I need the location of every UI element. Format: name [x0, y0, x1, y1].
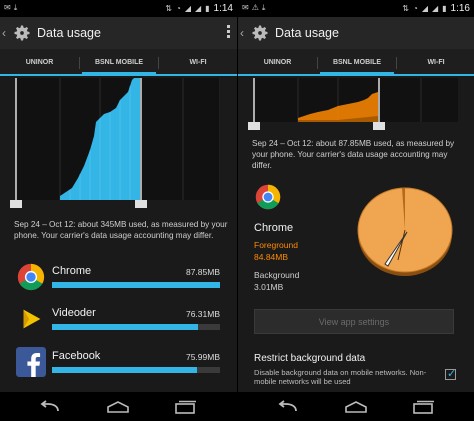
nav-recents-button[interactable]	[166, 392, 206, 421]
nav-back-button[interactable]	[268, 392, 308, 421]
back-caret-icon[interactable]: ‹	[2, 26, 10, 40]
back-icon	[40, 399, 59, 411]
tab-bsnl-mobile[interactable]: BSNL MOBILE	[318, 49, 396, 76]
tab-uninor[interactable]: UNINOR	[0, 49, 79, 76]
nav-home-button[interactable]	[98, 392, 138, 421]
chrome-icon	[255, 184, 281, 210]
warning-icon: ⚠	[251, 3, 259, 12]
app-size: 87.85MB	[185, 267, 220, 277]
app-usage-bar	[52, 367, 197, 373]
app-row-videoder[interactable]: Videoder 76.31MB	[14, 304, 224, 340]
status-bar: ✉ ⤓ ⇅ ◔ ◢ ◢ ▮ 1:14	[0, 0, 237, 17]
signal-2-icon: ◢	[194, 3, 202, 13]
app-name: Facebook	[52, 350, 101, 362]
wifi-icon: ◔	[175, 3, 181, 13]
app-usage-bar-track	[52, 367, 220, 373]
left-screen: ✉ ⤓ ⇅ ◔ ◢ ◢ ▮ 1:14 ‹ Data usage UNINOR B…	[0, 0, 237, 421]
restrict-background-checkbox[interactable]	[445, 367, 456, 380]
app-name: Chrome	[254, 222, 294, 234]
nav-recents-button[interactable]	[404, 392, 444, 421]
background-label: Background	[254, 270, 300, 280]
recents-icon	[175, 400, 196, 414]
view-app-settings-button[interactable]: View app settings	[254, 309, 454, 334]
usage-summary: Sep 24 – Oct 12: about 87.85MB used, as …	[252, 139, 455, 170]
notification-icon: ✉	[4, 3, 11, 12]
notification-icon: ✉	[242, 3, 249, 12]
tab-wifi[interactable]: WI-FI	[159, 49, 237, 76]
gear-icon[interactable]	[250, 23, 270, 43]
foreground-label: Foreground	[254, 240, 298, 250]
recents-icon	[413, 400, 434, 414]
page-title: Data usage	[275, 26, 339, 40]
app-name: Chrome	[52, 265, 92, 277]
nav-home-button[interactable]	[336, 392, 376, 421]
signal-2-icon: ◢	[431, 3, 439, 13]
usage-summary: Sep 24 – Oct 12: about 345MB used, as me…	[14, 220, 228, 240]
app-name: Videoder	[52, 307, 96, 319]
download-icon: ⤓	[13, 3, 18, 12]
app-size: 76.31MB	[185, 309, 220, 319]
back-caret-icon[interactable]: ‹	[240, 26, 248, 40]
home-icon	[345, 400, 367, 413]
facebook-icon	[16, 347, 46, 377]
home-icon	[107, 400, 129, 413]
restrict-background-title: Restrict background data	[254, 353, 366, 364]
app-usage-bar	[52, 324, 198, 330]
right-screen: ✉ ⚠ ⤓ ⇅ ◔ ◢ ◢ ▮ 1:16 ‹ Data usage UNINOR…	[237, 0, 474, 421]
overflow-menu-icon[interactable]	[227, 25, 231, 38]
range-end-handle[interactable]	[373, 122, 385, 130]
download-icon: ⤓	[261, 3, 266, 12]
range-end-handle[interactable]	[135, 200, 147, 208]
usage-chart[interactable]	[0, 78, 237, 208]
chrome-icon	[17, 263, 45, 291]
app-row-facebook[interactable]: Facebook 75.99MB	[14, 347, 224, 383]
status-time: 1:16	[450, 3, 470, 14]
data-arrows-icon: ⇅	[165, 3, 172, 13]
foreground-value: 84.84MB	[254, 252, 289, 262]
battery-icon: ▮	[205, 3, 210, 13]
navigation-bar	[238, 392, 474, 421]
range-start-handle[interactable]	[248, 122, 260, 130]
data-arrows-icon: ⇅	[402, 3, 409, 13]
nav-back-button[interactable]	[30, 392, 70, 421]
app-usage-bar-track	[52, 324, 220, 330]
signal-icon: ◢	[184, 3, 191, 13]
app-size: 75.99MB	[185, 352, 220, 362]
usage-pie-chart	[357, 187, 453, 276]
network-tabs: UNINOR BSNL MOBILE WI-FI	[238, 49, 474, 76]
tab-uninor[interactable]: UNINOR	[238, 49, 317, 76]
back-icon	[278, 399, 297, 411]
page-title: Data usage	[37, 26, 101, 40]
app-usage-bar-track	[52, 282, 220, 288]
app-usage-bar	[52, 282, 220, 288]
action-bar: ‹ Data usage	[238, 17, 474, 49]
signal-icon: ◢	[421, 3, 428, 13]
gear-icon[interactable]	[12, 23, 32, 43]
usage-chart[interactable]	[238, 78, 474, 130]
videoder-icon	[16, 304, 46, 334]
network-tabs: UNINOR BSNL MOBILE WI-FI	[0, 49, 237, 76]
status-time: 1:14	[213, 3, 233, 14]
battery-icon: ▮	[442, 3, 447, 13]
tab-bsnl-mobile[interactable]: BSNL MOBILE	[80, 49, 158, 76]
background-value: 3.01MB	[254, 282, 284, 292]
app-row-chrome[interactable]: Chrome 87.85MB	[14, 262, 224, 298]
restrict-background-description: Disable background data on mobile networ…	[254, 368, 427, 386]
status-bar: ✉ ⚠ ⤓ ⇅ ◔ ◢ ◢ ▮ 1:16	[238, 0, 474, 17]
navigation-bar	[0, 392, 237, 421]
tab-wifi[interactable]: WI-FI	[397, 49, 474, 76]
action-bar: ‹ Data usage	[0, 17, 237, 49]
wifi-icon: ◔	[412, 3, 418, 13]
